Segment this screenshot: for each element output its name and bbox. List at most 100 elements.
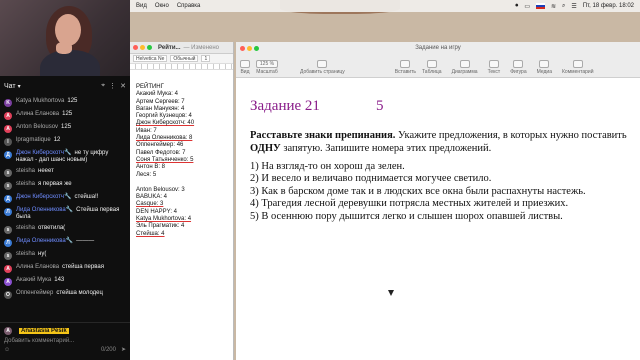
avatar[interactable]: s	[4, 182, 12, 190]
toolbar-icon	[317, 60, 328, 68]
chat-text: 125	[61, 124, 72, 130]
chat-title[interactable]: Чат	[4, 83, 16, 90]
avatar[interactable]: s	[4, 169, 12, 177]
avatar[interactable]: Д	[4, 195, 12, 203]
style-select[interactable]: Обычный	[170, 55, 199, 62]
chat-author[interactable]: Джон Киберскотч🔧	[16, 150, 72, 156]
avatar[interactable]: K	[4, 99, 12, 107]
font-select[interactable]: Helvetica Ne	[133, 55, 168, 62]
record-icon[interactable]: ⏺	[515, 3, 518, 10]
chat-author[interactable]: Оппенгеймер	[16, 290, 53, 296]
chat-message[interactable]: А Акакий Мука 143	[0, 275, 130, 288]
close-icon[interactable]: ✕	[120, 82, 126, 90]
close-window-icon[interactable]	[133, 45, 138, 50]
emoji-icon[interactable]: ☺	[4, 347, 10, 353]
chat-text: ответила(	[38, 225, 66, 231]
size-select[interactable]: 1	[201, 55, 211, 62]
chat-input-area: A Anastasia Pesik Добавить комментарий..…	[0, 322, 130, 360]
pages-titlebar[interactable]: Задание на игру	[236, 42, 640, 54]
chat-author[interactable]: steisha	[16, 225, 35, 231]
chat-message[interactable]: A Anton Belousov 125	[0, 122, 130, 135]
chat-author[interactable]: Алина Еланова	[16, 264, 59, 270]
menu-view[interactable]: Вид	[136, 3, 147, 9]
avatar[interactable]: s	[4, 252, 12, 260]
menu-help[interactable]: Справка	[177, 3, 201, 9]
menu-window[interactable]: Окно	[155, 3, 169, 9]
chevron-down-icon[interactable]: ▾	[18, 83, 21, 90]
avatar[interactable]: А	[4, 112, 12, 120]
chat-message[interactable]: А Алина Еланова стейша первая	[0, 262, 130, 275]
menubar-clock[interactable]: Пт, 18 февр. 18:02	[583, 3, 634, 9]
document-title: Задание на игру	[415, 45, 461, 51]
chat-message[interactable]: K Katya Mukhortova 125	[0, 96, 130, 109]
toolbar-button[interactable]: 125 % Масштаб	[256, 60, 278, 75]
toolbar-button[interactable]: Медиа	[537, 60, 552, 75]
minimize-window-icon[interactable]	[140, 45, 145, 50]
chat-author[interactable]: Лида Оленникова🔧	[16, 207, 73, 213]
toolbar-icon	[539, 60, 550, 68]
chat-author[interactable]: Алина Еланова	[16, 111, 59, 117]
chat-message[interactable]: s steisha ну(	[0, 249, 130, 262]
toolbar-button[interactable]: Текст	[488, 60, 500, 75]
search-icon[interactable]: ⌕	[562, 3, 565, 10]
notes-body[interactable]: РЕЙТИНГ Акакий Мука: 4 Артем Сергеев: 7 Ва…	[130, 70, 233, 238]
chat-message[interactable]: О Оппенгеймер стейша молодец	[0, 288, 130, 301]
avatar[interactable]: l	[4, 138, 12, 146]
toolbar-button[interactable]: Вставить	[395, 60, 416, 75]
toolbar-button[interactable]: Вид	[240, 60, 250, 75]
document-page[interactable]: Задание 21 5 Расставьте знаки препинания…	[236, 78, 640, 360]
wifi-icon[interactable]: ≋	[551, 3, 556, 10]
task-instruction: Расставьте знаки препинания. Укажите пре…	[250, 130, 634, 155]
toolbar-label: Добавить страницу	[300, 69, 345, 75]
chat-message[interactable]: l lpragmatique 12	[0, 135, 130, 148]
control-center-icon[interactable]: ☰	[571, 3, 576, 10]
chat-author[interactable]: Лида Оленникова🔧	[16, 238, 73, 244]
toolbar-button[interactable]: Фигура	[510, 60, 527, 75]
chat-message-list[interactable]: K Katya Mukhortova 125 А Алина Еланова 125 A An…	[0, 96, 130, 322]
chat-message[interactable]: s steisha нееет	[0, 166, 130, 179]
chat-author[interactable]: Акакий Мука	[16, 277, 51, 283]
chat-author[interactable]: Katya Mukhortova	[16, 98, 64, 104]
avatar[interactable]: Л	[4, 208, 12, 216]
pin-icon[interactable]: ⌖	[101, 82, 105, 90]
comment-input[interactable]: Добавить комментарий...	[4, 338, 126, 344]
chat-text: ———	[76, 238, 95, 244]
chat-author[interactable]: steisha	[16, 168, 35, 174]
toolbar-label: Вид	[240, 69, 250, 75]
chat-message[interactable]: А Алина Еланова 125	[0, 109, 130, 122]
avatar[interactable]: Л	[4, 239, 12, 247]
battery-icon[interactable]: ▭	[524, 3, 530, 10]
avatar[interactable]: А	[4, 278, 12, 286]
toolbar-button[interactable]: Диаграмма	[452, 60, 478, 75]
chat-message[interactable]: Л Лида Оленникова🔧 ———	[0, 236, 130, 249]
toolbar-button[interactable]: Добавить страницу	[300, 60, 345, 75]
toolbar-button[interactable]: Комментарий	[562, 60, 594, 75]
flag-icon[interactable]	[535, 3, 545, 9]
stream-layout: Чат ▾ ⌖ ⋮ ✕ K Katya Mukhortova 125 А Алина Е…	[0, 0, 640, 360]
zoom-window-icon[interactable]	[147, 45, 152, 50]
chat-text: ну(	[38, 251, 47, 257]
sentence-list: 1) На взгляд-то он хорош да зелен. 2) И в…	[250, 161, 634, 223]
chat-message[interactable]: Д Джон Киберскотч🔧 не ту цифру нажал - дал…	[0, 148, 130, 166]
chat-text: стейша!!	[74, 194, 99, 200]
chat-message[interactable]: s steisha ответила(	[0, 223, 130, 236]
rating-entry: Георгий Кузнецов: 4	[136, 113, 192, 120]
chat-message[interactable]: Л Лида Оленникова🔧 Стейша первая была	[0, 205, 130, 223]
avatar[interactable]: s	[4, 226, 12, 234]
chat-author[interactable]: Джон Киберскотч🔧	[16, 194, 72, 200]
avatar[interactable]: О	[4, 291, 12, 299]
avatar[interactable]: A	[4, 125, 12, 133]
chat-message[interactable]: s steisha я первая же	[0, 179, 130, 192]
chat-author[interactable]: steisha	[16, 181, 35, 187]
toolbar-button[interactable]: Таблица	[422, 60, 442, 75]
toolbar-label: Фигура	[510, 69, 527, 75]
chat-author[interactable]: lpragmatique	[16, 137, 51, 143]
more-icon[interactable]: ⋮	[109, 82, 116, 90]
chat-author[interactable]: steisha	[16, 251, 35, 257]
avatar[interactable]: А	[4, 265, 12, 273]
chat-message[interactable]: Д Джон Киберскотч🔧 стейша!!	[0, 192, 130, 205]
notes-titlebar[interactable]: Рейти... — Изменено	[130, 42, 233, 54]
avatar[interactable]: Д	[4, 151, 12, 159]
chat-author[interactable]: Anton Belousov	[16, 124, 58, 130]
send-icon[interactable]: ➤	[121, 346, 126, 353]
